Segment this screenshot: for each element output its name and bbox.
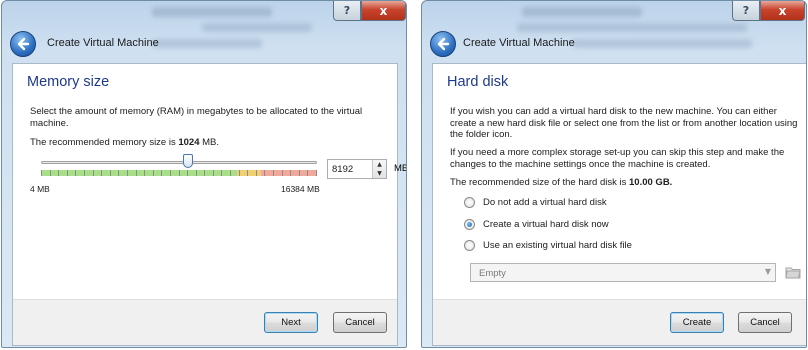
back-arrow-icon [17, 37, 30, 51]
slider-ticks [41, 170, 317, 176]
radio-label[interactable]: Use an existing virtual hard disk file [483, 240, 632, 251]
page-description: Select the amount of memory (RAM) in meg… [30, 106, 363, 129]
memory-unit-label: MB [394, 163, 407, 174]
cancel-button[interactable]: Cancel [738, 312, 792, 333]
back-button[interactable] [10, 31, 36, 57]
memory-spinbox[interactable]: 8192 ▲ ▼ [327, 159, 387, 179]
slider-min-label: 4 MB [30, 184, 50, 194]
folder-icon[interactable] [785, 265, 801, 279]
blurred-background-text [152, 39, 262, 48]
spin-down-icon[interactable]: ▼ [377, 170, 382, 177]
blurred-background-text [152, 7, 272, 17]
recommended-memory-text: The recommended memory size is 1024 MB. [30, 137, 220, 148]
page-heading: Memory size [27, 74, 110, 90]
window-title: Create Virtual Machine [47, 37, 159, 49]
slider-max-label: 16384 MB [281, 184, 320, 194]
back-arrow-icon [437, 37, 450, 51]
create-vm-dialog-memory: ? x Create Virtual Machine Memory size S… [1, 0, 407, 348]
window-title: Create Virtual Machine [463, 37, 575, 49]
blurred-background-text [572, 39, 752, 48]
blurred-background-text [517, 23, 747, 32]
close-button[interactable]: x [760, 1, 805, 21]
cancel-button[interactable]: Cancel [333, 312, 387, 333]
help-button[interactable]: ? [732, 1, 760, 21]
page-heading: Hard disk [447, 74, 509, 90]
radio-button[interactable] [464, 197, 475, 208]
radio-label[interactable]: Do not add a virtual hard disk [483, 197, 607, 208]
create-vm-dialog-disk: ? x Create Virtual Machine Hard disk If … [421, 0, 807, 348]
back-button[interactable] [430, 31, 456, 57]
chevron-down-icon[interactable]: ▼ [765, 267, 771, 276]
memory-spin-buttons[interactable]: ▲ ▼ [372, 160, 386, 178]
combobox-value: Empty [479, 268, 506, 279]
recommended-disk-text: The recommended size of the hard disk is… [450, 177, 673, 188]
next-button[interactable]: Next [264, 312, 318, 333]
radio-option-existing-disk[interactable]: Use an existing virtual hard disk file [464, 240, 632, 251]
radio-option-no-disk[interactable]: Do not add a virtual hard disk [464, 197, 607, 208]
recommended-disk-value: 10.00 GB. [629, 177, 673, 188]
memory-slider-track[interactable] [41, 161, 317, 164]
wizard-page: Hard disk If you wish you can add a virt… [432, 63, 806, 346]
existing-disk-combobox[interactable]: Empty ▼ [470, 263, 776, 282]
recommended-memory-value: 1024 [178, 137, 200, 148]
radio-button-selected[interactable] [464, 219, 475, 230]
radio-label[interactable]: Create a virtual hard disk now [483, 219, 609, 230]
wizard-page: Memory size Select the amount of memory … [12, 63, 406, 346]
radio-button[interactable] [464, 240, 475, 251]
memory-spinbox-value[interactable]: 8192 [332, 164, 353, 175]
button-bar: Create Cancel [433, 299, 806, 345]
blurred-background-text [202, 23, 312, 32]
memory-slider-handle[interactable] [183, 154, 193, 168]
radio-option-create-disk[interactable]: Create a virtual hard disk now [464, 219, 609, 230]
help-button[interactable]: ? [333, 1, 361, 21]
create-button[interactable]: Create [670, 312, 724, 333]
close-button[interactable]: x [361, 1, 406, 21]
blurred-background-text [522, 7, 642, 17]
button-bar: Next Cancel [13, 299, 397, 345]
page-description: If you wish you can add a virtual hard d… [450, 106, 798, 140]
page-note: If you need a more complex storage set-u… [450, 147, 785, 170]
spin-up-icon[interactable]: ▲ [377, 161, 382, 168]
